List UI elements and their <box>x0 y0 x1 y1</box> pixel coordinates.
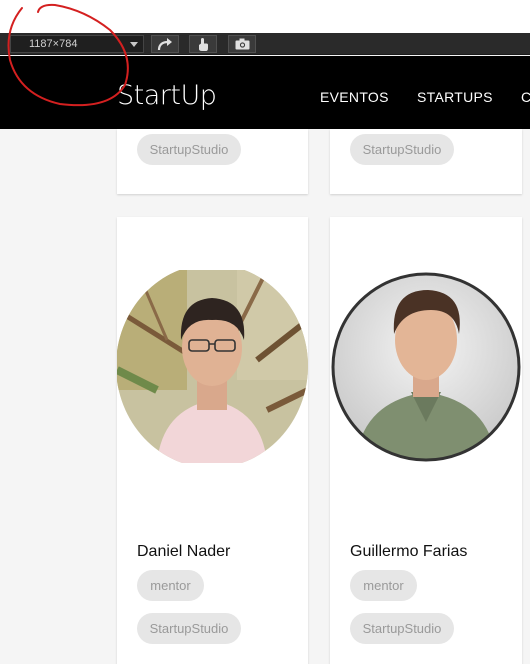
touch-button[interactable] <box>189 35 217 53</box>
device-toolbar: 1187×784 <box>0 33 530 55</box>
role-tag[interactable]: mentor <box>137 570 204 601</box>
top-strip <box>0 0 530 33</box>
org-tag[interactable]: StartupStudio <box>350 134 454 165</box>
screenshot-button[interactable] <box>228 35 256 53</box>
viewport-size-select[interactable]: 1187×784 <box>10 35 144 53</box>
touch-icon <box>199 37 208 51</box>
chevron-down-icon <box>130 42 138 47</box>
person-name[interactable]: Guillermo Farias <box>350 543 467 561</box>
rotate-button[interactable] <box>151 35 179 53</box>
site-header: StartUp EVENTOS STARTUPS C <box>0 56 530 129</box>
viewport-size-label: 1187×784 <box>29 38 78 50</box>
profile-card: Daniel Nader mentor StartupStudio <box>117 217 308 664</box>
page: 1187×784 StartUp EVENTOS STARTUPS C Star… <box>0 0 530 664</box>
site-logo[interactable]: StartUp <box>117 80 217 111</box>
profile-card: Guillermo Farias mentor StartupStudio <box>330 217 522 664</box>
nav-item-partial[interactable]: C <box>521 89 530 105</box>
org-tag[interactable]: StartupStudio <box>137 613 241 644</box>
org-tag[interactable]: StartupStudio <box>350 613 454 644</box>
nav-item-startups[interactable]: STARTUPS <box>417 89 493 105</box>
profile-photo <box>331 272 521 462</box>
person-name[interactable]: Daniel Nader <box>137 543 230 561</box>
role-tag[interactable]: mentor <box>350 570 417 601</box>
profile-card: StartupStudio <box>330 129 522 194</box>
nav-item-eventos[interactable]: EVENTOS <box>320 89 389 105</box>
profile-photo <box>117 270 308 463</box>
org-tag[interactable]: StartupStudio <box>137 134 241 165</box>
camera-icon <box>235 38 249 50</box>
rotate-icon <box>157 37 172 50</box>
profile-card: StartupStudio <box>117 129 308 194</box>
